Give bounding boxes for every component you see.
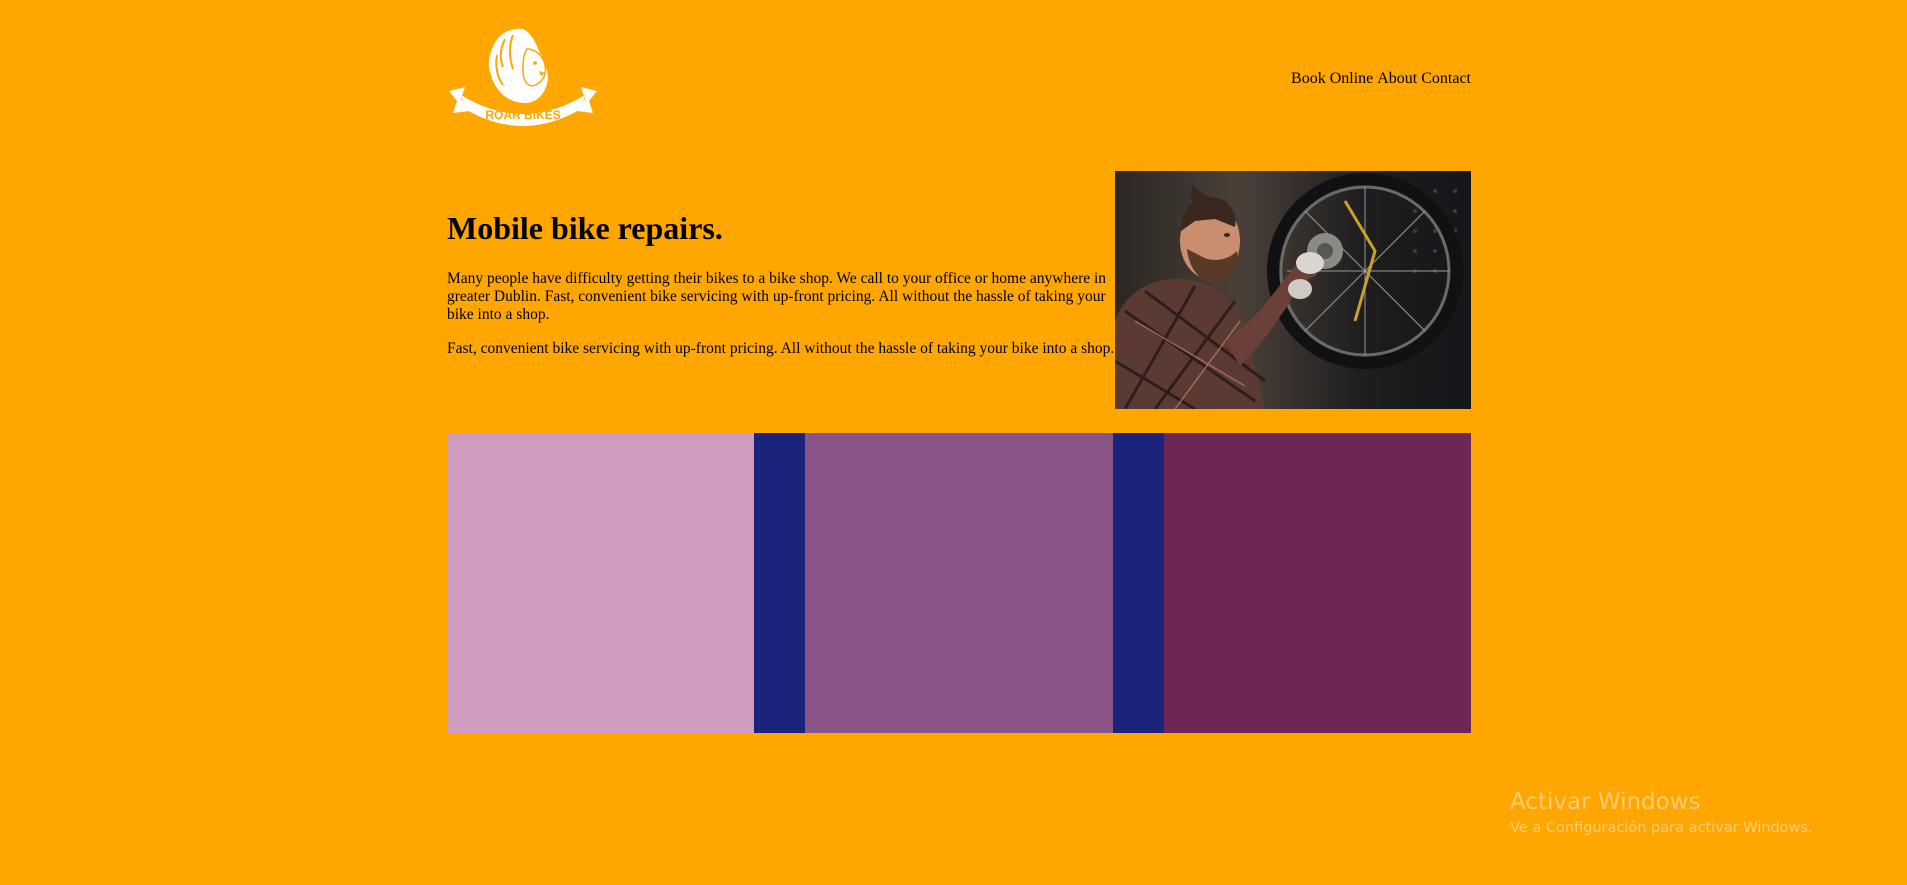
hero-text: Mobile bike repairs. Many people have di…: [447, 210, 1117, 374]
watermark-subtitle: Ve a Configuración para activar Windows.: [1510, 820, 1813, 836]
mechanic-photo-icon: [1115, 171, 1471, 409]
windows-activation-watermark: Activar Windows Ve a Configuración para …: [1510, 788, 1813, 838]
site-container: ROAR BIKES Book Online About Contact Mob…: [447, 0, 1471, 733]
hero-section: Mobile bike repairs. Many people have di…: [447, 171, 1471, 409]
nav-about[interactable]: About: [1377, 70, 1417, 88]
hero-paragraph-1: Many people have difficulty getting thei…: [447, 270, 1107, 324]
color-block-separator-1: [754, 433, 805, 733]
mechanic-photo: [1115, 171, 1471, 409]
page: ROAR BIKES Book Online About Contact Mob…: [0, 0, 1907, 885]
nav-book-online[interactable]: Book Online: [1291, 70, 1373, 88]
hero-paragraph-2: Fast, convenient bike servicing with up-…: [447, 340, 1115, 358]
hero-title: Mobile bike repairs.: [447, 210, 723, 246]
main-nav: Book Online About Contact: [1291, 70, 1471, 88]
nav-contact[interactable]: Contact: [1421, 70, 1471, 88]
color-block-2: [805, 433, 1113, 733]
watermark-title: Activar Windows: [1510, 789, 1701, 815]
color-block-1: [447, 433, 754, 733]
color-block-separator-2: [1113, 433, 1164, 733]
logo-wordmark: ROAR BIKES: [485, 108, 560, 122]
site-header: ROAR BIKES Book Online About Contact: [447, 0, 1471, 150]
lion-logo-icon: ROAR BIKES: [449, 28, 597, 126]
color-block-3: [1164, 433, 1471, 733]
roar-bikes-logo[interactable]: ROAR BIKES: [447, 25, 599, 129]
color-blocks: [447, 433, 1471, 733]
